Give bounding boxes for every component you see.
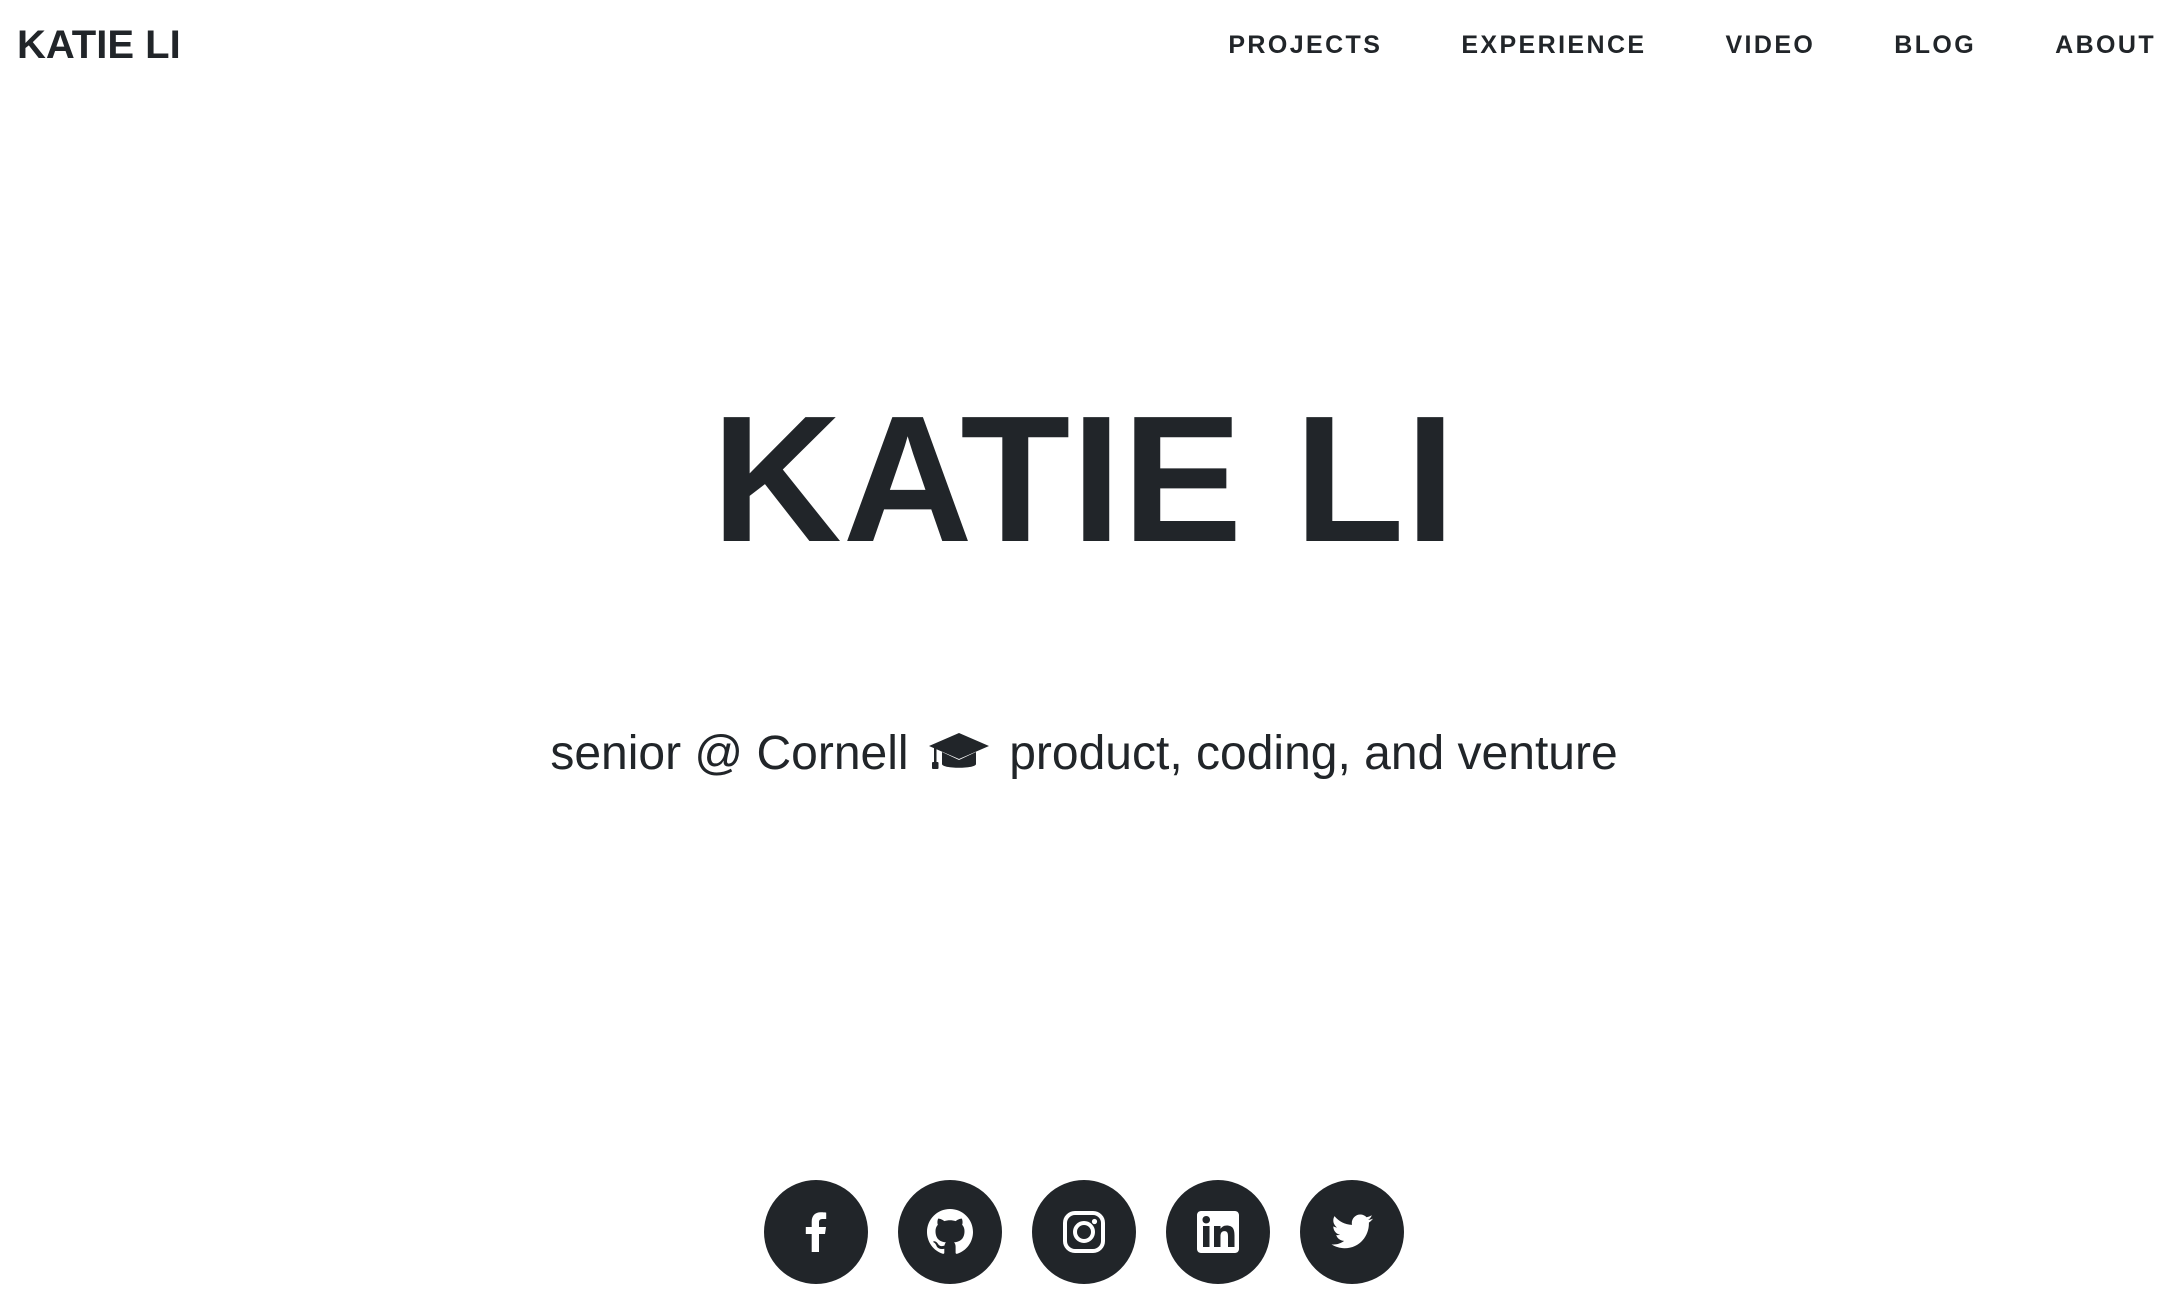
instagram-link[interactable] bbox=[1032, 1180, 1136, 1284]
github-link[interactable] bbox=[898, 1180, 1002, 1284]
nav-link-blog[interactable]: BLOG bbox=[1894, 26, 1976, 64]
nav-links: PROJECTS EXPERIENCE VIDEO BLOG ABOUT bbox=[1228, 26, 2156, 64]
linkedin-icon bbox=[1197, 1211, 1239, 1253]
nav-link-video[interactable]: VIDEO bbox=[1725, 26, 1815, 64]
nav-link-experience[interactable]: EXPERIENCE bbox=[1461, 26, 1646, 64]
hero-subtitle-before: senior @ Cornell bbox=[550, 727, 909, 780]
facebook-icon bbox=[805, 1212, 827, 1252]
twitter-icon bbox=[1331, 1214, 1373, 1249]
hero-subtitle-after: product, coding, and venture bbox=[1009, 727, 1618, 780]
brand-link[interactable]: KATIE LI bbox=[17, 17, 181, 73]
nav-link-about[interactable]: ABOUT bbox=[2055, 26, 2156, 64]
hero-title: KATIE LI bbox=[711, 379, 1457, 580]
social-links bbox=[0, 1180, 2168, 1284]
navbar: KATIE LI PROJECTS EXPERIENCE VIDEO BLOG … bbox=[0, 0, 2168, 90]
linkedin-link[interactable] bbox=[1166, 1180, 1270, 1284]
graduation-cap-icon bbox=[928, 726, 990, 769]
github-icon bbox=[927, 1209, 973, 1254]
hero-subtitle: senior @ Cornell product, coding, and ve… bbox=[0, 722, 2168, 786]
facebook-link[interactable] bbox=[764, 1180, 868, 1284]
twitter-link[interactable] bbox=[1300, 1180, 1404, 1284]
instagram-icon bbox=[1063, 1211, 1105, 1253]
nav-link-projects[interactable]: PROJECTS bbox=[1228, 26, 1382, 64]
